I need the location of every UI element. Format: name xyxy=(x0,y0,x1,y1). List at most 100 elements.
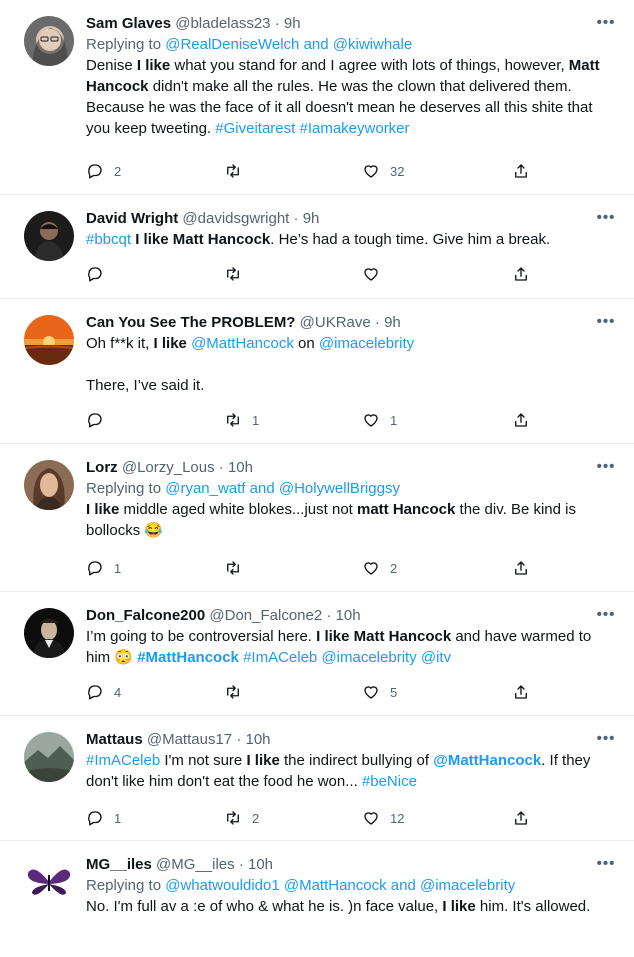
share-button[interactable] xyxy=(512,264,530,284)
share-button[interactable] xyxy=(512,410,530,430)
display-name[interactable]: MG__iles xyxy=(86,856,152,873)
like-button[interactable] xyxy=(362,264,390,284)
retweet-button[interactable] xyxy=(224,558,252,578)
text-paragraph: There, I’ve said it. xyxy=(86,377,205,394)
display-name[interactable]: David Wright xyxy=(86,210,178,227)
retweet-button[interactable] xyxy=(224,264,252,284)
avatar[interactable] xyxy=(24,460,74,510)
like-button[interactable]: 5 xyxy=(362,682,397,702)
avatar[interactable] xyxy=(24,857,74,907)
hashtag-link[interactable]: #ImACeleb xyxy=(243,649,317,666)
display-name[interactable]: Lorz xyxy=(86,459,118,476)
avatar[interactable] xyxy=(24,608,74,658)
timestamp[interactable]: 10h xyxy=(245,731,270,748)
share-button[interactable] xyxy=(512,808,530,828)
user-handle[interactable]: @bladelass23 xyxy=(175,15,270,32)
mention-link[interactable]: @MattHancock xyxy=(191,335,294,352)
more-options-icon[interactable]: ••• xyxy=(594,14,618,34)
tweet-text: #ImACeleb I'm not sure I like the indire… xyxy=(86,750,614,792)
mention-link[interactable]: @whatwouldido1 xyxy=(165,877,279,894)
like-button[interactable]: 32 xyxy=(362,161,404,181)
retweet-button[interactable]: 2 xyxy=(224,808,259,828)
reply-icon xyxy=(88,413,102,428)
avatar-landscape-icon xyxy=(24,732,74,782)
more-options-icon[interactable]: ••• xyxy=(594,730,618,750)
retweet-button[interactable]: 1 xyxy=(224,410,259,430)
timestamp[interactable]: 9h xyxy=(384,314,401,331)
replying-and[interactable]: and xyxy=(391,877,416,894)
more-options-icon[interactable]: ••• xyxy=(594,855,618,875)
timestamp[interactable]: 10h xyxy=(248,856,273,873)
like-count: 1 xyxy=(390,412,398,428)
mention-link[interactable]: @kiwiwhale xyxy=(333,36,412,53)
tweet-text: Denise I like what you stand for and I a… xyxy=(86,55,614,139)
hashtag-link[interactable]: #beNice xyxy=(362,773,417,790)
retweet-button[interactable] xyxy=(224,682,252,702)
mention-link[interactable]: @ryan_watf xyxy=(165,480,245,497)
display-name[interactable]: Sam Glaves xyxy=(86,15,171,32)
tweet[interactable]: Can You See The PROBLEM? @UKRave · 9h Oh… xyxy=(0,299,634,444)
display-name[interactable]: Don_Falcone200 xyxy=(86,607,205,624)
separator-dot: · xyxy=(236,731,242,748)
mention-link[interactable]: @MattHancock xyxy=(433,752,541,769)
user-handle[interactable]: @MG__iles xyxy=(156,856,235,873)
user-handle[interactable]: @davidsgwright xyxy=(182,210,289,227)
avatar[interactable] xyxy=(24,211,74,261)
more-options-icon[interactable]: ••• xyxy=(594,313,618,333)
display-name[interactable]: Mattaus xyxy=(86,731,143,748)
tweet[interactable]: David Wright @davidsgwright · 9h #bbcqt … xyxy=(0,195,634,299)
timestamp[interactable]: 10h xyxy=(336,607,361,624)
timestamp[interactable]: 10h xyxy=(228,459,253,476)
user-handle[interactable]: @Mattaus17 xyxy=(147,731,232,748)
replying-and[interactable]: and xyxy=(304,36,329,53)
hashtag-link[interactable]: #Giveitarest xyxy=(215,120,295,137)
more-options-icon[interactable]: ••• xyxy=(594,458,618,478)
share-button[interactable] xyxy=(512,682,530,702)
tweet[interactable]: Lorz @Lorzy_Lous · 10h Replying to @ryan… xyxy=(0,444,634,592)
hashtag-link[interactable]: #ImACeleb xyxy=(86,752,160,769)
avatar[interactable] xyxy=(24,16,74,66)
like-button[interactable]: 2 xyxy=(362,558,397,578)
reply-button[interactable]: 1 xyxy=(86,558,121,578)
like-button[interactable]: 1 xyxy=(362,410,397,430)
share-button[interactable] xyxy=(512,558,530,578)
more-options-icon[interactable]: ••• xyxy=(594,606,618,626)
tweet[interactable]: Don_Falcone200 @Don_Falcone2 · 10h I’m g… xyxy=(0,592,634,716)
tweet[interactable]: Sam Glaves @bladelass23 · 9h Replying to… xyxy=(0,0,634,195)
timestamp[interactable]: 9h xyxy=(284,15,301,32)
mention-link[interactable]: @imacelebrity xyxy=(321,649,416,666)
hashtag-link[interactable]: #bbcqt xyxy=(86,231,131,248)
reply-button[interactable]: 4 xyxy=(86,682,121,702)
avatar[interactable] xyxy=(24,315,74,365)
text-segment: him. It's allowed. xyxy=(475,898,591,915)
reply-button[interactable] xyxy=(86,410,114,430)
reply-button[interactable]: 1 xyxy=(86,808,121,828)
like-button[interactable]: 12 xyxy=(362,808,404,828)
hashtag-link[interactable]: #MattHancock xyxy=(137,649,239,666)
replying-and[interactable]: and xyxy=(250,480,275,497)
like-count: 2 xyxy=(390,560,398,576)
avatar-godfather-icon xyxy=(24,608,74,658)
timestamp[interactable]: 9h xyxy=(303,210,320,227)
tweet[interactable]: Mattaus @Mattaus17 · 10h #ImACeleb I'm n… xyxy=(0,716,634,841)
retweet-button[interactable] xyxy=(224,161,252,181)
mention-link[interactable]: @HolywellBriggsy xyxy=(279,480,400,497)
reply-button[interactable]: 2 xyxy=(86,161,121,181)
more-options-icon[interactable]: ••• xyxy=(594,209,618,229)
user-handle[interactable]: @UKRave xyxy=(300,314,371,331)
reply-icon xyxy=(88,685,102,700)
user-handle[interactable]: @Don_Falcone2 xyxy=(209,607,322,624)
mention-link[interactable]: @imacelebrity xyxy=(319,335,414,352)
mention-link[interactable]: @itv xyxy=(421,649,451,666)
share-button[interactable] xyxy=(512,161,530,181)
mention-link[interactable]: @MattHancock xyxy=(284,877,387,894)
tweet[interactable]: MG__iles @MG__iles · 10h Replying to @wh… xyxy=(0,841,634,957)
mention-link[interactable]: @RealDeniseWelch xyxy=(165,36,299,53)
like-count: 5 xyxy=(390,684,398,700)
reply-button[interactable] xyxy=(86,264,114,284)
mention-link[interactable]: @imacelebrity xyxy=(420,877,515,894)
display-name[interactable]: Can You See The PROBLEM? xyxy=(86,314,295,331)
user-handle[interactable]: @Lorzy_Lous xyxy=(122,459,215,476)
avatar[interactable] xyxy=(24,732,74,782)
hashtag-link[interactable]: #Iamakeyworker xyxy=(299,120,409,137)
